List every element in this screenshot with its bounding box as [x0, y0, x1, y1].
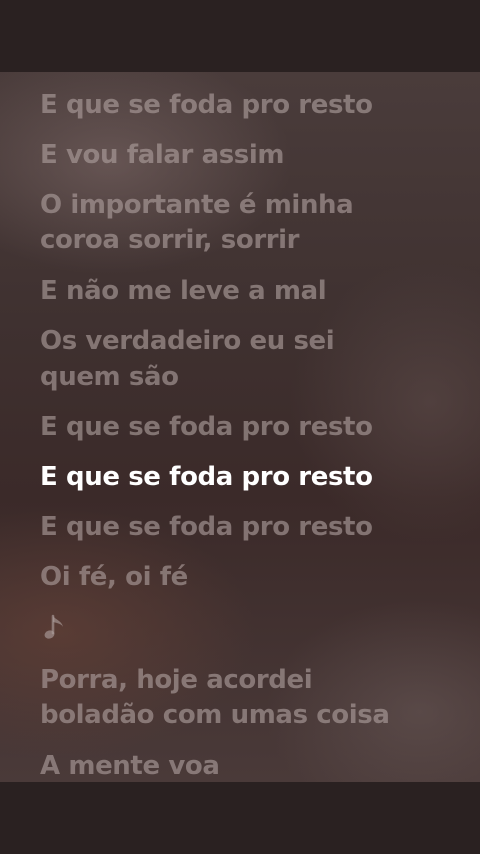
lyrics-screen: E que se foda pro resto E vou falar assi…	[0, 0, 480, 854]
lyric-line[interactable]: boladão com umas coisa	[40, 697, 460, 733]
lyric-line[interactable]: quem são	[40, 359, 460, 395]
lyric-line[interactable]: Os verdadeiro eu sei	[40, 323, 460, 359]
lyric-line[interactable]: E que se foda pro resto	[40, 87, 460, 123]
lyric-line-current[interactable]: E que se foda pro resto	[40, 459, 460, 495]
lyric-line[interactable]: E que se foda pro resto	[40, 509, 460, 545]
lyric-line[interactable]: Porra, hoje acordei	[40, 662, 460, 698]
lyric-line[interactable]: A mente voa	[40, 748, 460, 782]
lyrics-panel[interactable]: E que se foda pro resto E vou falar assi…	[0, 72, 480, 782]
music-note-icon	[44, 614, 63, 639]
lyric-line[interactable]: O importante é minha	[40, 187, 460, 223]
top-bar	[0, 0, 480, 72]
lyric-line[interactable]: coroa sorrir, sorrir	[40, 222, 460, 258]
bottom-bar	[0, 782, 480, 854]
lyric-line[interactable]: E não me leve a mal	[40, 273, 460, 309]
lyric-line[interactable]: Oi fé, oi fé	[40, 559, 460, 595]
lyric-line[interactable]: E vou falar assim	[40, 137, 460, 173]
lyric-line[interactable]: E que se foda pro resto	[40, 409, 460, 445]
